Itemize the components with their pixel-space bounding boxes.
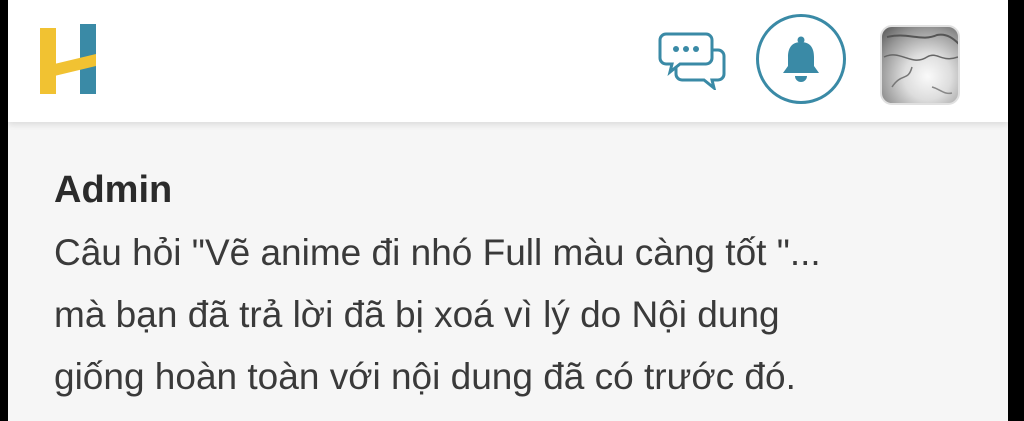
user-avatar[interactable] (880, 25, 960, 105)
chat-bubbles-icon[interactable] (658, 30, 728, 92)
notification-message: Câu hỏi "Vẽ anime đi nhó Full màu càng t… (54, 222, 994, 408)
top-bar (8, 0, 1008, 122)
notification-item[interactable]: Admin Câu hỏi "Vẽ anime đi nhó Full màu … (54, 162, 994, 408)
h-logo-icon[interactable] (36, 20, 106, 100)
bell-icon (783, 36, 819, 82)
app-screen: Admin Câu hỏi "Vẽ anime đi nhó Full màu … (8, 0, 1008, 421)
message-line: giống hoàn toàn với nội dung đã có trước… (54, 356, 796, 397)
notification-bell-button[interactable] (756, 14, 846, 104)
sender-name: Admin (54, 169, 173, 211)
message-line: Câu hỏi "Vẽ anime đi nhó Full màu càng t… (54, 232, 821, 273)
message-line: mà bạn đã trả lời đã bị xoá vì lý do Nội… (54, 294, 780, 335)
